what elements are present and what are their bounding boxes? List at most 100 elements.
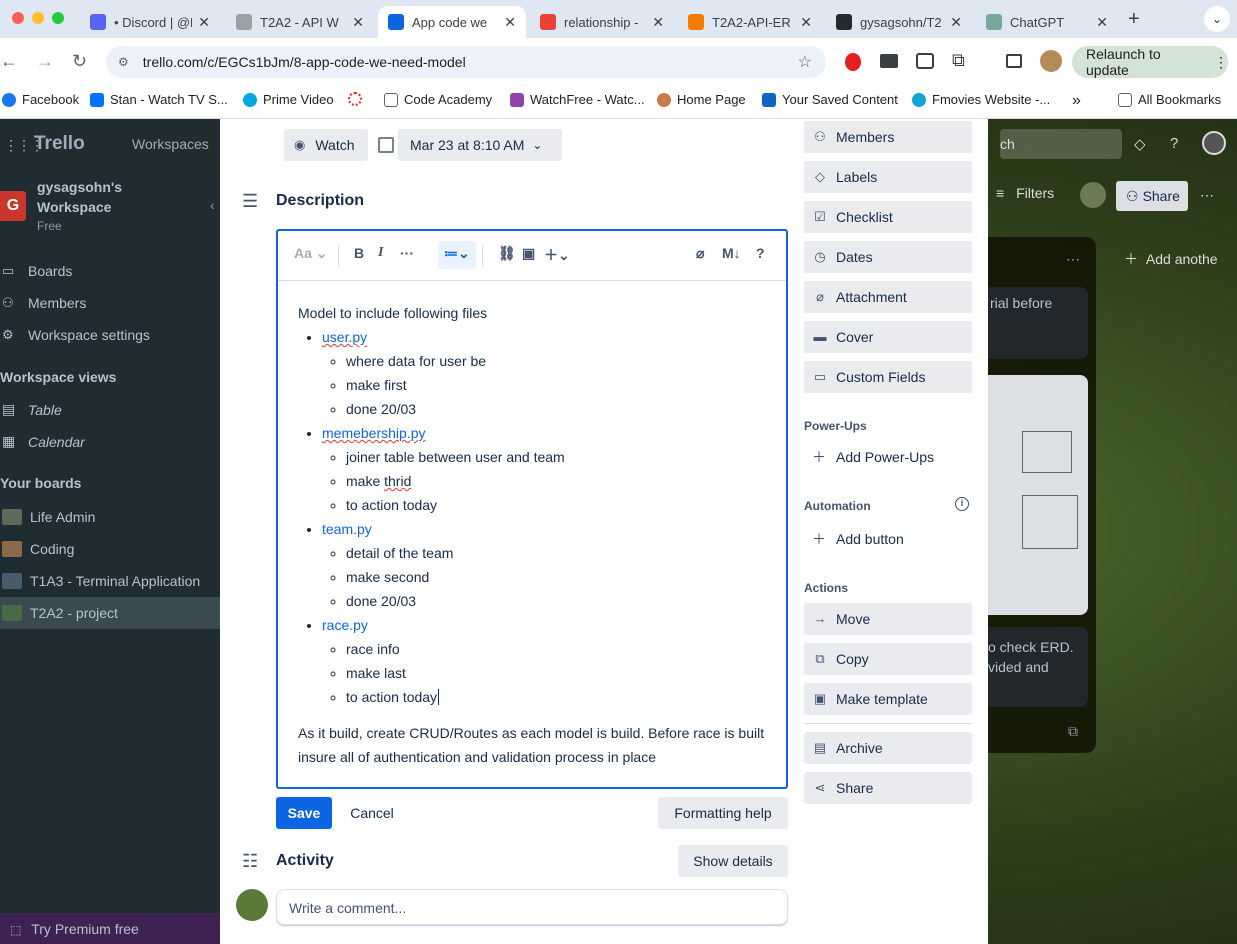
browser-tab[interactable]: • Discord | @H ✕: [80, 6, 220, 38]
browser-tab[interactable]: T2A2-API-ER ✕: [678, 6, 822, 38]
file-link[interactable]: race.py: [322, 617, 368, 633]
extensions-puzzle-icon[interactable]: ⧉: [952, 50, 965, 71]
tab-search-icon[interactable]: ⌄: [1204, 6, 1230, 32]
list-menu-icon[interactable]: ⋯: [1066, 251, 1080, 268]
close-tab-icon[interactable]: ✕: [950, 14, 962, 31]
archive-button[interactable]: ▤ Archive: [804, 732, 972, 764]
bookmark-stan[interactable]: Stan - Watch TV S...: [90, 92, 228, 107]
image-icon[interactable]: ▣: [522, 245, 535, 262]
add-another-list[interactable]: ＋ Add anothe: [1124, 249, 1218, 269]
extension-opera-icon[interactable]: [845, 53, 861, 71]
labels-button[interactable]: ◇ Labels: [804, 161, 972, 193]
back-icon[interactable]: ←: [0, 51, 18, 72]
address-bar[interactable]: ⚙ trello.com/c/EGCs1bJm/8-app-code-we-ne…: [106, 46, 826, 78]
extension-icon-2[interactable]: [916, 53, 934, 69]
sidebar-board-item[interactable]: Coding: [0, 533, 220, 565]
help-icon[interactable]: ?: [1170, 135, 1178, 152]
more-formatting-icon[interactable]: ···: [400, 245, 414, 261]
sidebar-board-item[interactable]: Life Admin: [0, 501, 220, 533]
more-bookmarks-icon[interactable]: »: [1072, 92, 1081, 110]
browser-tab[interactable]: T2A2 - API W ✕: [226, 6, 374, 38]
italic-icon[interactable]: I: [378, 245, 383, 261]
bookmark-loading[interactable]: [348, 92, 368, 106]
sidebar-board-item[interactable]: T1A3 - Terminal Application: [0, 565, 220, 597]
file-link[interactable]: memebership.py: [322, 425, 426, 441]
relaunch-button[interactable]: Relaunch to update ⋮: [1072, 46, 1228, 78]
show-details-button[interactable]: Show details: [678, 845, 788, 877]
comment-input[interactable]: Write a comment...: [276, 889, 788, 925]
close-tab-icon[interactable]: ✕: [352, 14, 364, 31]
cover-button[interactable]: ▬ Cover: [804, 321, 972, 353]
notifications-icon[interactable]: ◇: [1134, 135, 1146, 153]
file-link[interactable]: user.py: [322, 329, 367, 345]
bookmark-saved-content[interactable]: Your Saved Content: [762, 92, 898, 107]
browser-tab[interactable]: ChatGPT ✕: [976, 6, 1118, 38]
close-tab-icon[interactable]: ✕: [504, 14, 516, 31]
board-card[interactable]: o check ERD. vided and: [988, 627, 1088, 707]
dates-button[interactable]: ◷ Dates: [804, 241, 972, 273]
custom-fields-button[interactable]: ▭ Custom Fields: [804, 361, 972, 393]
help-icon[interactable]: ?: [756, 245, 765, 261]
bookmark-prime-video[interactable]: Prime Video: [243, 92, 334, 107]
bookmark-star-icon[interactable]: ☆: [798, 52, 812, 72]
site-info-icon[interactable]: ⚙: [118, 55, 129, 69]
board-more-icon[interactable]: ⋯: [1200, 187, 1214, 204]
text-style-dropdown[interactable]: Aa ⌄: [294, 245, 328, 262]
editor-content[interactable]: Model to include following files user.py…: [298, 301, 768, 769]
sidebar-item-workspace-settings[interactable]: ⚙ Workspace settings: [0, 327, 150, 343]
cancel-button[interactable]: Cancel: [340, 797, 404, 829]
sidebar-item-members[interactable]: ⚇ Members: [0, 295, 86, 311]
close-tab-icon[interactable]: ✕: [800, 14, 812, 31]
board-share-button[interactable]: ⚇ Share: [1116, 181, 1188, 211]
extension-icon[interactable]: [880, 54, 898, 68]
info-icon[interactable]: i: [955, 497, 969, 511]
file-link[interactable]: team.py: [322, 521, 372, 537]
sidebar-item-boards[interactable]: ▭ Boards: [0, 263, 72, 279]
close-window-dot[interactable]: [12, 12, 24, 24]
insert-icon[interactable]: ＋⌄: [544, 245, 570, 265]
close-tab-icon[interactable]: ✕: [652, 14, 664, 31]
trello-logo[interactable]: Trello: [34, 133, 85, 155]
add-button-button[interactable]: ＋ Add button: [804, 529, 904, 549]
browser-tab[interactable]: gysagsohn/T2 ✕: [826, 6, 972, 38]
due-date-button[interactable]: Mar 23 at 8:10 AM ⌄: [398, 129, 562, 161]
link-icon[interactable]: ⛓: [498, 245, 516, 262]
workspaces-menu[interactable]: Workspaces: [132, 136, 209, 152]
bookmark-facebook[interactable]: Facebook: [2, 92, 79, 107]
account-avatar[interactable]: [1202, 131, 1226, 155]
watch-button[interactable]: ◉ Watch: [284, 129, 368, 161]
search-input[interactable]: ch: [1000, 129, 1122, 159]
bold-icon[interactable]: B: [354, 245, 364, 261]
board-card-erd-image[interactable]: [988, 375, 1088, 615]
members-button[interactable]: ⚇ Members: [804, 121, 972, 153]
close-tab-icon[interactable]: ✕: [1096, 14, 1108, 31]
checklist-button[interactable]: ☑ Checklist: [804, 201, 972, 233]
attachment-button[interactable]: ⌀ Attachment: [804, 281, 972, 313]
minimize-window-dot[interactable]: [32, 12, 44, 24]
try-premium-button[interactable]: ⬚ Try Premium free: [0, 913, 220, 944]
template-icon[interactable]: ⧉: [1068, 723, 1078, 740]
bookmark-home-page[interactable]: Home Page: [657, 92, 746, 107]
close-tab-icon[interactable]: ✕: [198, 14, 210, 31]
move-button[interactable]: → Move: [804, 603, 972, 635]
reload-icon[interactable]: ↻: [72, 51, 87, 72]
filters-button[interactable]: ≡ Filters: [996, 185, 1054, 201]
member-avatar[interactable]: [1080, 182, 1106, 208]
collapse-sidebar-icon[interactable]: ‹: [210, 197, 215, 213]
profile-avatar[interactable]: [1040, 50, 1062, 72]
board-card[interactable]: rial before: [988, 287, 1088, 359]
save-button[interactable]: Save: [276, 797, 332, 829]
sidebar-board-item[interactable]: T2A2 - project: [0, 597, 220, 629]
sidebar-view-table[interactable]: ▤ Table: [0, 401, 62, 418]
make-template-button[interactable]: ▣ Make template: [804, 683, 972, 715]
more-menu-icon[interactable]: ⋮: [1214, 54, 1228, 71]
side-panel-icon[interactable]: [1006, 54, 1022, 68]
sidebar-view-calendar[interactable]: ▦ Calendar: [0, 433, 85, 450]
new-tab-icon[interactable]: +: [1128, 8, 1140, 31]
bullet-list-icon[interactable]: ≔⌄: [438, 241, 476, 269]
browser-tab[interactable]: App code we ✕: [378, 6, 526, 38]
browser-tab[interactable]: relationship - ✕: [530, 6, 674, 38]
bookmark-code-academy[interactable]: Code Academy: [384, 92, 492, 107]
bookmark-fmovies[interactable]: Fmovies Website -...: [912, 92, 1050, 107]
description-editor[interactable]: Aa ⌄ B I ··· ≔⌄ ⛓ ▣ ＋⌄ ⌀ M↓ ? Model to i…: [276, 229, 788, 789]
